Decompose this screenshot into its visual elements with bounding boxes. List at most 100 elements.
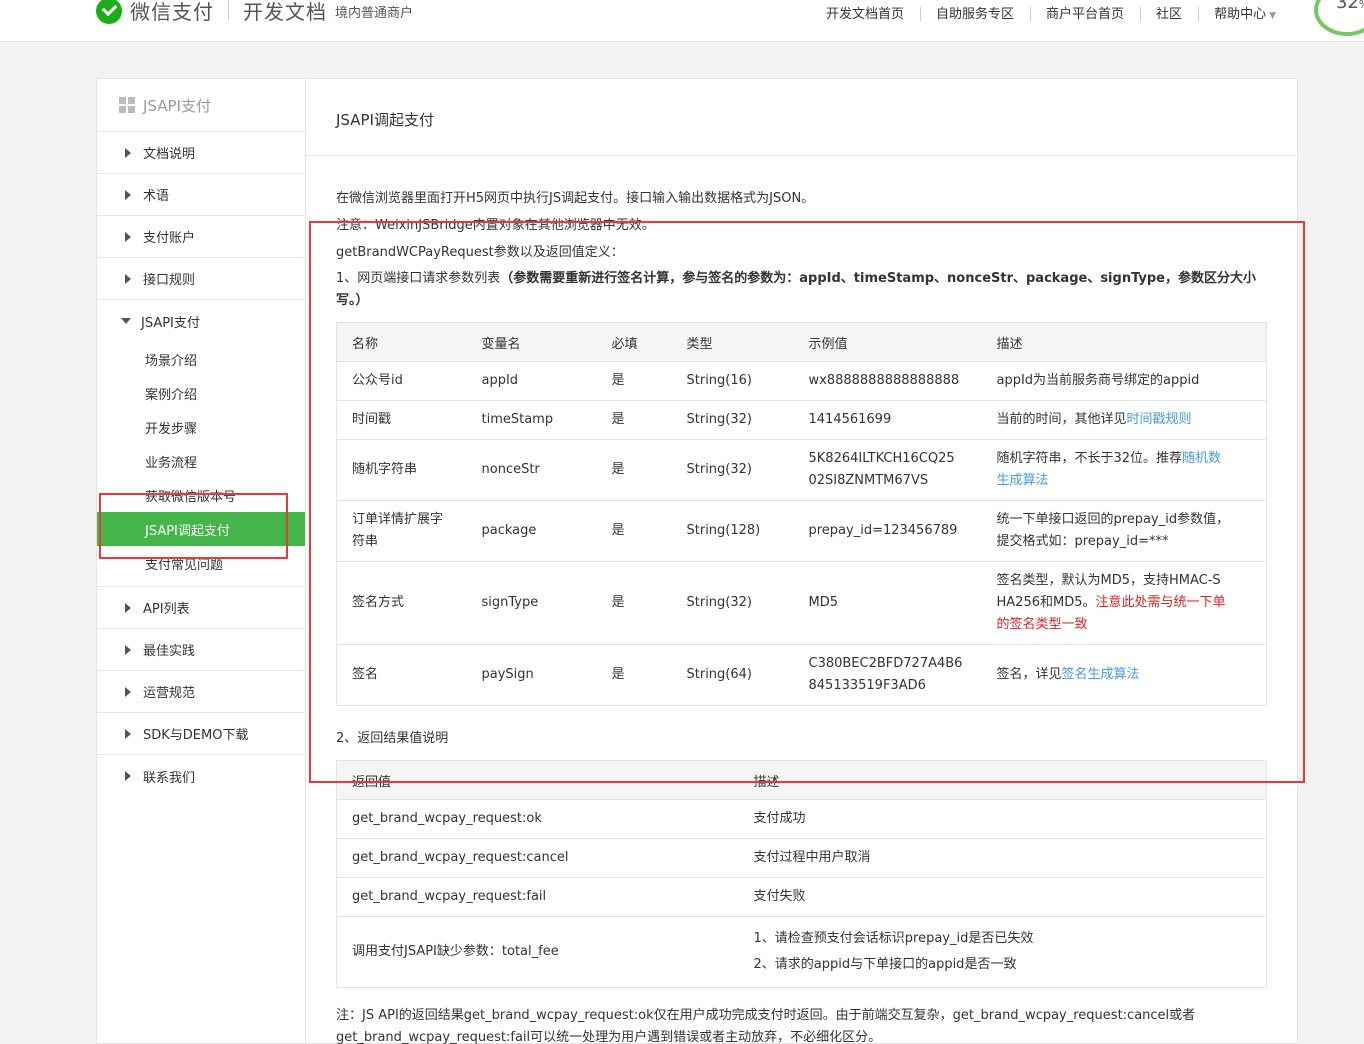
- cell-desc-line1: 1、请检查预支付会话标识prepay_id是否已失效: [753, 931, 1034, 946]
- table-header-row: 名称 变量名 必填 类型 示例值 描述: [336, 322, 1267, 362]
- cell-desc-text: 随机字符串，不长于32位。推荐: [996, 451, 1183, 466]
- intro-definition: getBrandWCPayRequest参数以及返回值定义：: [336, 245, 624, 260]
- nav-dev-docs-home[interactable]: 开发文档首页: [810, 3, 920, 22]
- cell-name-line1: 订单详情扩展字: [352, 512, 444, 527]
- sidebar-subitem-wechat-version[interactable]: 获取微信版本号: [97, 478, 305, 512]
- sidebar-item-jsapi[interactable]: JSAPI支付: [97, 300, 305, 342]
- table-row: 签名方式 signType 是 String(32) MD5 签名类型，默认为M…: [336, 561, 1267, 645]
- sidebar-item-label: 联系我们: [143, 770, 196, 786]
- sidebar-item-api-list[interactable]: API列表: [97, 587, 305, 629]
- cell-required: 是: [596, 500, 672, 562]
- cell-desc: appId为当前服务商号绑定的appid: [981, 361, 1267, 401]
- doc-subtitle: 境内普通商户: [335, 5, 414, 21]
- sidebar-subitem-business-flow[interactable]: 业务流程: [97, 444, 305, 478]
- progress-value: 32: [1336, 0, 1359, 13]
- cell-desc-line1: 签名类型，默认为MD5，支持HMAC-S: [996, 573, 1221, 588]
- logo[interactable]: 微信支付 开发文档 境内普通商户: [96, 0, 413, 26]
- col-header: 必填: [596, 322, 672, 362]
- table-row: get_brand_wcpay_request:fail 支付失败: [336, 877, 1267, 917]
- cell-desc: 1、请检查预支付会话标识prepay_id是否已失效 2、请求的appid与下单接…: [738, 916, 1267, 988]
- table-row: 公众号id appId 是 String(16) wx8888888888888…: [336, 361, 1267, 401]
- sidebar-item-label: 运营规范: [143, 686, 196, 701]
- col-header: 示例值: [793, 322, 982, 362]
- nav-help-center-label: 帮助中心: [1214, 6, 1267, 22]
- cell-var: package: [466, 500, 597, 562]
- cell-var: signType: [466, 561, 597, 645]
- random-algo-link-part2[interactable]: 生成算法: [997, 473, 1049, 488]
- table-row: 调用支付JSAPI缺少参数：total_fee 1、请检查预支付会话标识prep…: [336, 916, 1267, 988]
- cell-desc-line2: HA256和MD5。: [996, 595, 1096, 610]
- sidebar-item-sdk-demo[interactable]: SDK与DEMO下载: [97, 713, 305, 755]
- sidebar-item-label: 最佳实践: [143, 644, 196, 659]
- sidebar-subitem-faq[interactable]: 支付常见问题: [97, 546, 305, 580]
- sidebar-subitem-cases[interactable]: 案例介绍: [97, 376, 305, 410]
- cell-type: String(32): [671, 400, 794, 440]
- col-header: 返回值: [336, 760, 739, 800]
- cell-type: String(32): [671, 561, 794, 645]
- caret-right-icon: [125, 644, 131, 655]
- cell-example-line1: C380BEC2BFD727A4B6: [808, 656, 963, 671]
- table-row: get_brand_wcpay_request:cancel 支付过程中用户取消: [336, 838, 1267, 878]
- cell-desc-text: 签名，详见: [996, 667, 1062, 682]
- sidebar-header: JSAPI支付: [97, 79, 305, 132]
- nav-merchant-platform[interactable]: 商户平台首页: [1030, 3, 1140, 22]
- cell-desc-line2: 提交格式如：prepay_id=***: [996, 534, 1169, 549]
- sign-type-warning-part1: 注意此处需与统一下单: [1095, 595, 1226, 610]
- nav-community[interactable]: 社区: [1140, 3, 1198, 22]
- sidebar-item-doc-intro[interactable]: 文档说明: [97, 132, 305, 174]
- doc-title: 开发文档: [243, 0, 327, 24]
- cell-type: String(64): [671, 644, 794, 706]
- table-row: 订单详情扩展字 符串 package 是 String(128) prepay_i…: [336, 500, 1267, 562]
- cell-required: 是: [596, 361, 672, 401]
- sidebar-subitem-dev-steps[interactable]: 开发步骤: [97, 410, 305, 444]
- cell-desc: 统一下单接口返回的prepay_id参数值， 提交格式如：prepay_id=**…: [981, 500, 1267, 562]
- sidebar-item-label: API列表: [143, 602, 190, 617]
- cell-name: 订单详情扩展字 符串: [336, 500, 467, 562]
- nav-help-center[interactable]: 帮助中心 ▼: [1198, 3, 1292, 22]
- wechat-pay-logo-icon: [96, 0, 122, 24]
- sidebar-subitem-jsapi-invoke[interactable]: JSAPI调起支付: [97, 512, 305, 546]
- caret-right-icon: [125, 602, 131, 613]
- sidebar-item-api-rules[interactable]: 接口规则: [97, 258, 305, 300]
- section2-heading: 2、返回结果值说明: [336, 731, 449, 746]
- cell-name: 公众号id: [336, 361, 467, 401]
- sidebar-item-terms[interactable]: 术语: [97, 174, 305, 216]
- result-table: 返回值 描述 get_brand_wcpay_request:ok 支付成功 g…: [336, 760, 1267, 988]
- grid-icon: [119, 97, 135, 113]
- cell-desc: 支付成功: [738, 799, 1267, 839]
- caret-right-icon: [125, 771, 131, 781]
- top-nav: 开发文档首页 自助服务专区 商户平台首页 社区 帮助中心 ▼: [810, 0, 1292, 24]
- sidebar-item-pay-account[interactable]: 支付账户: [97, 216, 305, 258]
- sign-algo-link[interactable]: 签名生成算法: [1062, 667, 1140, 682]
- nav-self-service[interactable]: 自助服务专区: [920, 3, 1030, 22]
- sidebar-item-best-practice[interactable]: 最佳实践: [97, 629, 305, 671]
- intro-text: 在微信浏览器里面打开H5网页中执行JS调起支付。接口输入输出数据格式为JSON。: [336, 191, 815, 206]
- random-algo-link-part1[interactable]: 随机数: [1182, 451, 1221, 466]
- sidebar-item-operation-rules[interactable]: 运营规范: [97, 671, 305, 713]
- caret-right-icon: [125, 686, 131, 697]
- progress-badge[interactable]: 32%: [1314, 0, 1364, 36]
- col-header: 描述: [981, 322, 1267, 362]
- cell-desc: 随机字符串，不长于32位。推荐随机数生成算法: [981, 439, 1267, 501]
- sidebar-subitem-scenario[interactable]: 场景介绍: [97, 342, 305, 376]
- cell-type: String(16): [671, 361, 794, 401]
- cell-example-line2: 02SI8ZNMTM67VS: [808, 473, 929, 488]
- cell-required: 是: [596, 400, 672, 440]
- cell-example: prepay_id=123456789: [793, 500, 982, 562]
- sidebar-item-label: 支付账户: [143, 231, 196, 246]
- cell-example-line2: 845133519F3AD6: [808, 678, 926, 693]
- cell-desc: 支付失败: [738, 877, 1267, 917]
- caret-right-icon: [125, 273, 131, 284]
- intro-note: 注意：WeixinJSBridge内置对象在其他浏览器中无效。: [336, 218, 655, 233]
- cell-required: 是: [596, 561, 672, 645]
- cell-value: 调用支付JSAPI缺少参数：total_fee: [336, 916, 739, 988]
- caret-right-icon: [125, 231, 131, 242]
- timestamp-rule-link[interactable]: 时间戳规则: [1127, 412, 1192, 427]
- sidebar-item-label: SDK与DEMO下载: [143, 728, 249, 743]
- cell-type: String(32): [671, 439, 794, 501]
- sidebar-item-label: JSAPI支付: [141, 315, 200, 331]
- cell-example: 5K8264ILTKCH16CQ25 02SI8ZNMTM67VS: [793, 439, 982, 501]
- sidebar-item-contact[interactable]: 联系我们: [97, 755, 305, 797]
- sidebar: JSAPI支付 文档说明 术语 支付账户 接口规则 JSAPI支付 场景介绍 案…: [96, 78, 305, 1044]
- sign-type-warning-part2: 的签名类型一致: [996, 617, 1088, 632]
